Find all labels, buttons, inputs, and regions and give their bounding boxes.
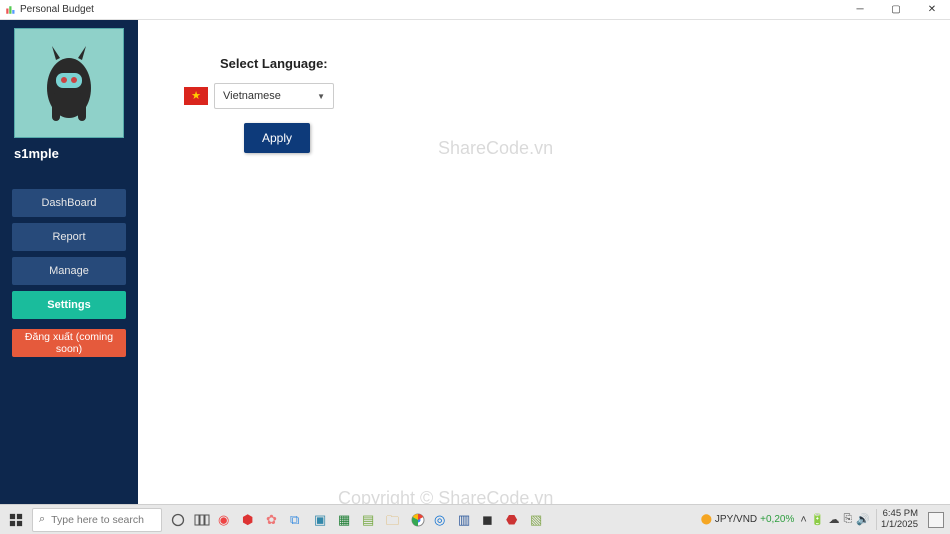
flag-star-icon: ★ [191, 91, 201, 102]
vscode-icon[interactable]: ⧉ [286, 505, 310, 534]
sidebar-item-report[interactable]: Report [12, 223, 126, 251]
titlebar-left: Personal Budget [0, 4, 94, 16]
system-tray: ⬤ JPY/VND +0,20% ˄ 🔋 ☁ ⎘ 🔊 6:45 PM 1/1/2… [701, 505, 950, 534]
app-icon [4, 4, 16, 16]
window-controls: ─ ▢ ✕ [842, 0, 950, 20]
search-placeholder: Type here to search [51, 514, 144, 526]
cortana-button[interactable] [166, 505, 190, 534]
minimize-button[interactable]: ─ [842, 0, 878, 20]
fx-pair: JPY/VND [715, 514, 757, 525]
tray-icons: ˄ 🔋 ☁ ⎘ 🔊 [800, 513, 870, 526]
window-title: Personal Budget [20, 4, 94, 15]
taskbar: ⌕ Type here to search ◉ ⬢ ✿ ⧉ ▣ ▦ ▤ 🗀 ◎ … [0, 504, 950, 534]
app-icon-6[interactable]: ◼ [478, 505, 502, 534]
notification-center-icon[interactable] [928, 512, 944, 528]
taskbar-clock[interactable]: 6:45 PM 1/1/2025 [876, 509, 922, 530]
tray-cloud-icon[interactable]: ☁ [829, 513, 840, 526]
sidebar-item-settings[interactable]: Settings [12, 291, 126, 319]
close-button[interactable]: ✕ [914, 0, 950, 20]
tray-battery-icon[interactable]: 🔋 [811, 513, 825, 526]
watermark-center: ShareCode.vn [438, 138, 553, 159]
app-icon-5[interactable]: ▤ [358, 505, 382, 534]
excel-icon[interactable]: ▦ [334, 505, 358, 534]
sidebar: s1mple DashBoard Report Manage Settings … [0, 20, 138, 504]
sidebar-item-logout[interactable]: Đăng xuất (coming soon) [12, 329, 126, 357]
search-icon: ⌕ [39, 513, 45, 526]
fx-widget[interactable]: ⬤ JPY/VND +0,20% [701, 514, 795, 525]
explorer-icon[interactable]: 🗀 [382, 505, 406, 534]
tray-wifi-icon[interactable]: ⎘ [844, 513, 853, 526]
avatar [14, 28, 124, 138]
chrome-icon[interactable] [406, 505, 430, 534]
app-icon-4[interactable]: ▣ [310, 505, 334, 534]
sidebar-item-manage[interactable]: Manage [12, 257, 126, 285]
taskbar-search[interactable]: ⌕ Type here to search [32, 508, 162, 532]
taskbar-apps: ◉ ⬢ ✿ ⧉ ▣ ▦ ▤ 🗀 ◎ ▥ ◼ ⬣ ▧ [190, 505, 550, 534]
chevron-down-icon: ▼ [317, 92, 325, 101]
language-dropdown-value: Vietnamese [223, 90, 281, 102]
clock-date: 1/1/2025 [881, 520, 918, 530]
select-language-label: Select Language: [220, 56, 950, 71]
main-content: Select Language: ★ Vietnamese ▼ Apply Sh… [138, 20, 950, 504]
app-icon-8[interactable]: ▧ [526, 505, 550, 534]
maximize-button[interactable]: ▢ [878, 0, 914, 20]
app-icon-7[interactable]: ⬣ [502, 505, 526, 534]
tray-chevron-up-icon[interactable]: ˄ [800, 514, 806, 526]
app-icon-3[interactable]: ✿ [262, 505, 286, 534]
fx-change: +0,20% [760, 514, 794, 525]
sidebar-item-dashboard[interactable]: DashBoard [12, 189, 126, 217]
tray-volume-icon[interactable]: 🔊 [856, 513, 870, 526]
language-dropdown[interactable]: Vietnamese ▼ [214, 83, 334, 109]
word-icon[interactable]: ▥ [454, 505, 478, 534]
app-icon-2[interactable]: ⬢ [238, 505, 262, 534]
sidebar-nav: DashBoard Report Manage Settings Đăng xu… [0, 189, 138, 357]
windows-logo-icon [9, 513, 23, 527]
clock-time: 6:45 PM [881, 509, 918, 519]
taskview-icon[interactable] [190, 505, 214, 534]
apply-button[interactable]: Apply [244, 123, 310, 153]
vietnam-flag-icon: ★ [184, 87, 208, 105]
start-button[interactable] [0, 505, 32, 534]
language-row: ★ Vietnamese ▼ [184, 83, 950, 109]
username: s1mple [0, 146, 59, 161]
window-titlebar: Personal Budget ─ ▢ ✕ [0, 0, 950, 20]
zalo-icon[interactable]: ◎ [430, 505, 454, 534]
app-icon-1[interactable]: ◉ [214, 505, 238, 534]
app-body: s1mple DashBoard Report Manage Settings … [0, 20, 950, 504]
